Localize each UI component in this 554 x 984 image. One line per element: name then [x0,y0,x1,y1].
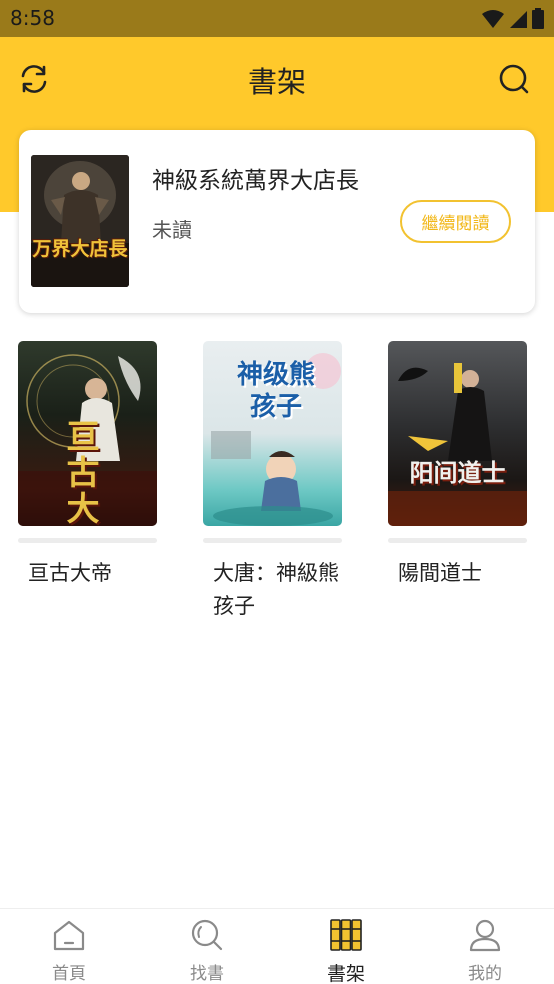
book-cover[interactable]: 神级熊孩子 [203,341,342,526]
book-cover-title: 神级熊孩子 [236,360,315,422]
book-item[interactable]: 神级熊孩子 大唐：神級熊孩子 [203,341,343,623]
status-icons [482,8,544,29]
book-title[interactable]: 陽間道士 [398,557,528,590]
nav-item-find-books[interactable]: 找書 [162,917,252,984]
book-cover[interactable]: 亘古大帝 [18,341,157,526]
nav-label: 我的 [468,964,502,984]
reading-progress-bar [18,538,157,543]
cover-figure-art [31,155,129,287]
signal-icon [510,10,527,28]
home-icon [53,920,85,951]
search-button[interactable] [496,61,532,97]
bookshelf-icon [330,919,362,951]
nav-label: 找書 [190,964,224,984]
book-title[interactable]: 大唐：神級熊孩子 [213,557,343,623]
current-book-title[interactable]: 神級系統萬界大店長 [152,161,359,195]
status-bar: 8:58 [0,0,554,37]
current-reading-card[interactable]: 万界大店長 神級系統萬界大店長 未讀 繼續閱讀 [19,130,535,313]
book-cover-title: 亘古大帝 [66,417,100,527]
search-icon [191,919,223,951]
nav-item-bookshelf[interactable]: 書架 [301,917,391,984]
profile-icon [469,919,501,952]
page-title: 書架 [247,65,306,99]
wifi-icon [482,9,504,28]
status-time: 8:58 [10,6,55,30]
reading-progress-bar [388,538,527,543]
continue-reading-button[interactable]: 繼續閱讀 [400,200,511,243]
read-status: 未讀 [152,218,192,242]
nav-label: 書架 [326,963,365,984]
current-book-cover-title: 万界大店長 [32,238,128,260]
book-item[interactable]: 阳间道士 陽間道士 [388,341,528,590]
book-title[interactable]: 亘古大帝 [28,557,158,590]
nav-item-home[interactable]: 首頁 [24,917,114,984]
reading-progress-bar [203,538,342,543]
battery-icon [532,8,544,29]
nav-label: 首頁 [52,964,86,984]
book-cover-title: 阳间道士 [409,458,506,487]
book-cover[interactable]: 阳间道士 [388,341,527,526]
nav-item-profile[interactable]: 我的 [440,917,530,984]
search-icon [499,64,529,94]
bottom-navigation: 首頁 找書 書架 我的 [0,908,554,984]
book-item[interactable]: 亘古大帝 亘古大帝 [18,341,158,590]
cover-art [388,363,527,526]
current-book-cover[interactable]: 万界大店長 [31,155,129,287]
